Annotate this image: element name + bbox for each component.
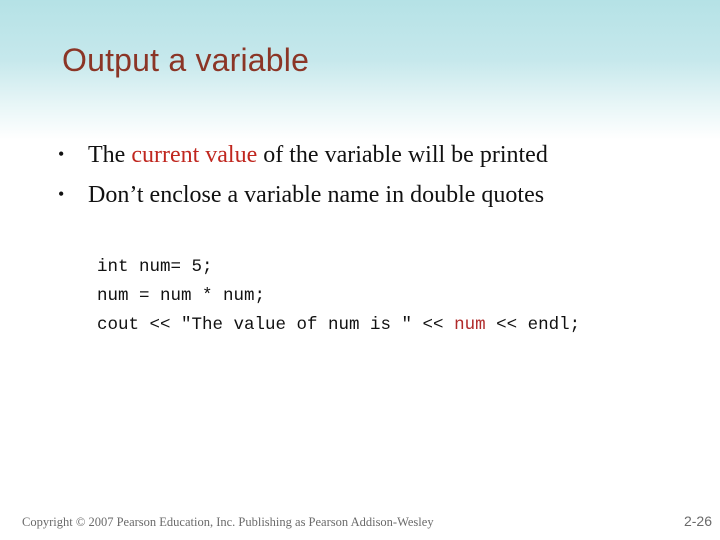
bullet-text: The [88,142,132,168]
bullet-text: Don’t enclose a variable name in double … [88,182,545,208]
code-text: << endl; [485,315,581,335]
bullet-item: • Don’t enclose a variable name in double… [58,178,548,218]
bullet-icon: • [58,144,65,164]
bullet-icon: • [58,184,65,204]
page-number: 2-26 [683,513,712,529]
bullet-text: of the variable will be printed [257,142,548,168]
code-line: cout << "The value of num is " << num <<… [97,311,580,340]
code-line: num = num * num; [97,282,580,311]
code-block: int num= 5; num = num * num; cout << "The … [97,253,580,340]
code-highlight: num [454,315,486,335]
code-text: int num= 5; [97,257,213,277]
copyright-footer: Copyright © 2007 Pearson Education, Inc.… [22,515,434,529]
code-line: int num= 5; [97,253,580,282]
bullet-list: • The current value of the variable will … [58,138,548,218]
code-text: num = num * num; [97,286,266,306]
highlighted-text: current value [131,142,258,168]
bullet-item: • The current value of the variable will … [58,138,548,178]
slide-title: Output a variable [62,42,310,78]
code-text: cout << "The value of num is " << [97,315,455,335]
